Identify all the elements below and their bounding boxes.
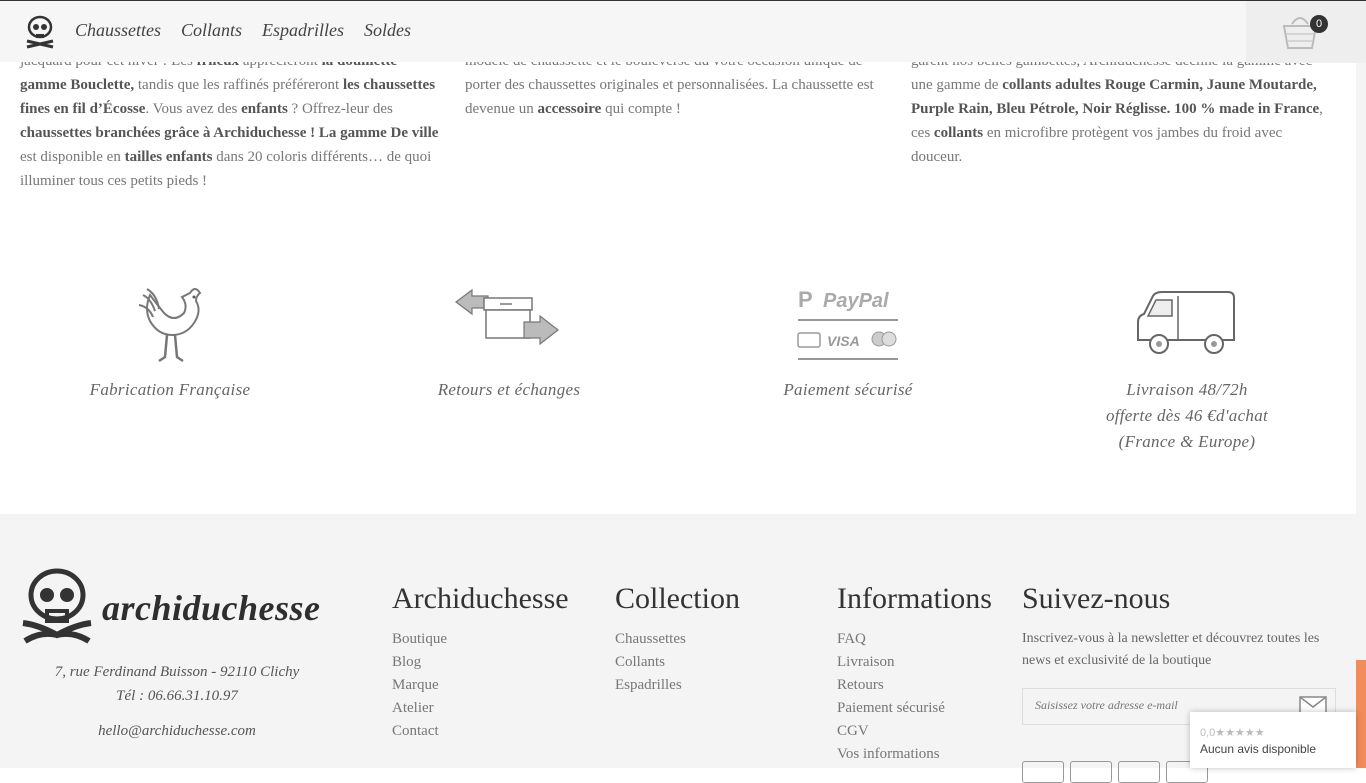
payment-logos-icon: P PayPal VISA [797,287,898,360]
footer-col-title: Suivez-nous [1022,582,1171,615]
svg-text:VISA: VISA [827,333,860,349]
feature-secure-payment: P PayPal VISA Paiement sécurisé [698,280,998,403]
text-segment: tandis que les raffinés préféreront [134,77,343,93]
social-icon-3[interactable] [1118,761,1160,783]
footer-link-paiement[interactable]: Paiement sécurisé [837,697,992,720]
cart-count-badge: 0 [1310,15,1328,33]
feature-delivery: Livraison 48/72h offerte dès 46 €d'achat… [1037,280,1337,455]
delivery-van-icon [1137,290,1235,354]
text-segment: une gamme de [911,77,1003,93]
feature-label: Paiement sécurisé [783,380,913,399]
svg-text:PayPal: PayPal [823,290,889,312]
delivery-line-3: (France & Europe) [1118,432,1256,451]
text-segment: jacquard pour cet hiver ! Les [20,62,197,69]
text-column-tights: garent nos belles gambettes, Archiduches… [911,62,1336,169]
content-area: jacquard pour cet hiver ! Les frileux ap… [0,62,1366,222]
footer-link-livraison[interactable]: Livraison [837,651,992,674]
reviews-status: Aucun avis disponible [1200,742,1317,756]
reviews-widget[interactable]: 0,0★★★★★ Aucun avis disponible [1190,712,1356,768]
newsletter-description: Inscrivez-vous à la newsletter et découv… [1022,631,1320,668]
text-segment: frileux [197,62,240,69]
footer-col-follow: Suivez-nous Inscrivez-vous à la newslett… [1022,582,1342,725]
footer-link-blog[interactable]: Blog [392,651,569,674]
social-icon-1[interactable] [1022,761,1064,783]
brand-wordmark: archiduchesse [102,588,321,628]
address: 7, rue Ferdinand Buisson - 92110 Clichy [54,664,300,680]
footer-col-title: Collection [615,582,740,615]
footer-link-retours[interactable]: Retours [837,674,992,697]
text-segment: tailles enfants [124,149,213,165]
main-nav: Chaussettes Collants Espadrilles Soldes [75,20,411,41]
skull-brand-logo-icon[interactable] [19,567,99,647]
footer-col-informations: Informations FAQ Livraison Retours Paiem… [837,582,992,766]
footer-link-collants[interactable]: Collants [615,651,740,674]
footer-link-faq[interactable]: FAQ [837,628,992,651]
nav-collants[interactable]: Collants [181,20,242,41]
text-segment: collants [933,125,984,141]
footer-link-cgv[interactable]: CGV [837,720,992,743]
footer-col-collection: Collection Chaussettes Collants Espadril… [615,582,740,697]
nav-chaussettes[interactable]: Chaussettes [75,20,161,41]
social-icon-2[interactable] [1070,761,1112,783]
rating-stars: 0,0★★★★★ [1200,727,1265,739]
text-column-custom: modèle de chaussette et le bouleverse du… [465,62,895,121]
text-segment: qui compte ! [601,101,681,117]
delivery-line-2: offerte dès 46 €d'achat [1105,406,1269,425]
text-segment: modèle de chaussette et le bouleverse du… [465,62,862,69]
footer-col-archiduchesse: Archiduchesse Boutique Blog Marque Ateli… [392,582,569,743]
text-segment: La gamme De ville [318,125,439,141]
exchange-arrows-icon [455,288,559,345]
feature-label: Retours et échanges [437,380,581,399]
footer-link-vos-informations[interactable]: Vos informations [837,743,992,766]
text-segment: . Vous avez des [145,101,242,117]
feature-returns: Retours et échanges [359,280,659,403]
skull-logo-icon[interactable] [24,15,56,49]
cart-button[interactable]: 0 [1246,1,1366,63]
text-segment: accessoire [537,101,602,117]
phone: Tél : 06.66.31.10.97 [116,688,238,704]
rooster-icon [138,287,202,362]
text-segment: est disponible en [20,149,125,165]
footer: archiduchesse 7, rue Ferdinand Buisson -… [0,514,1356,783]
feature-label: Fabrication Française [89,380,251,399]
nav-soldes[interactable]: Soldes [364,20,411,41]
top-navbar: Chaussettes Collants Espadrilles Soldes … [0,0,1366,63]
text-segment: garent nos belles gambettes, Archiduches… [911,62,1312,69]
text-segment: ? Offrez-leur des [287,101,393,117]
text-column-socks: jacquard pour cet hiver ! Les frileux ap… [20,62,445,193]
footer-col-title: Archiduchesse [392,582,569,615]
footer-link-espadrilles[interactable]: Espadrilles [615,674,740,697]
feature-label: Livraison 48/72h offerte dès 46 €d'achat… [1037,377,1337,455]
footer-link-chaussettes[interactable]: Chaussettes [615,628,740,651]
delivery-line-1: Livraison 48/72h [1126,380,1248,399]
scrollbar-thumb[interactable] [1356,660,1366,768]
footer-link-boutique[interactable]: Boutique [392,628,569,651]
text-segment: apprécieront [239,62,321,69]
email-link[interactable]: hello@archiduchesse.com [20,719,334,743]
footer-link-atelier[interactable]: Atelier [392,697,569,720]
footer-col-title: Informations [837,582,992,615]
svg-text:P: P [798,287,813,312]
feature-made-in-france: Fabrication Française [20,280,320,403]
text-segment: enfants [241,101,288,117]
nav-espadrilles[interactable]: Espadrilles [262,20,344,41]
footer-link-contact[interactable]: Contact [392,720,569,743]
contact-info: 7, rue Ferdinand Buisson - 92110 Clichy … [20,660,334,743]
text-segment: chaussettes branchées grâce à Archiduche… [20,125,316,141]
footer-link-marque[interactable]: Marque [392,674,569,697]
